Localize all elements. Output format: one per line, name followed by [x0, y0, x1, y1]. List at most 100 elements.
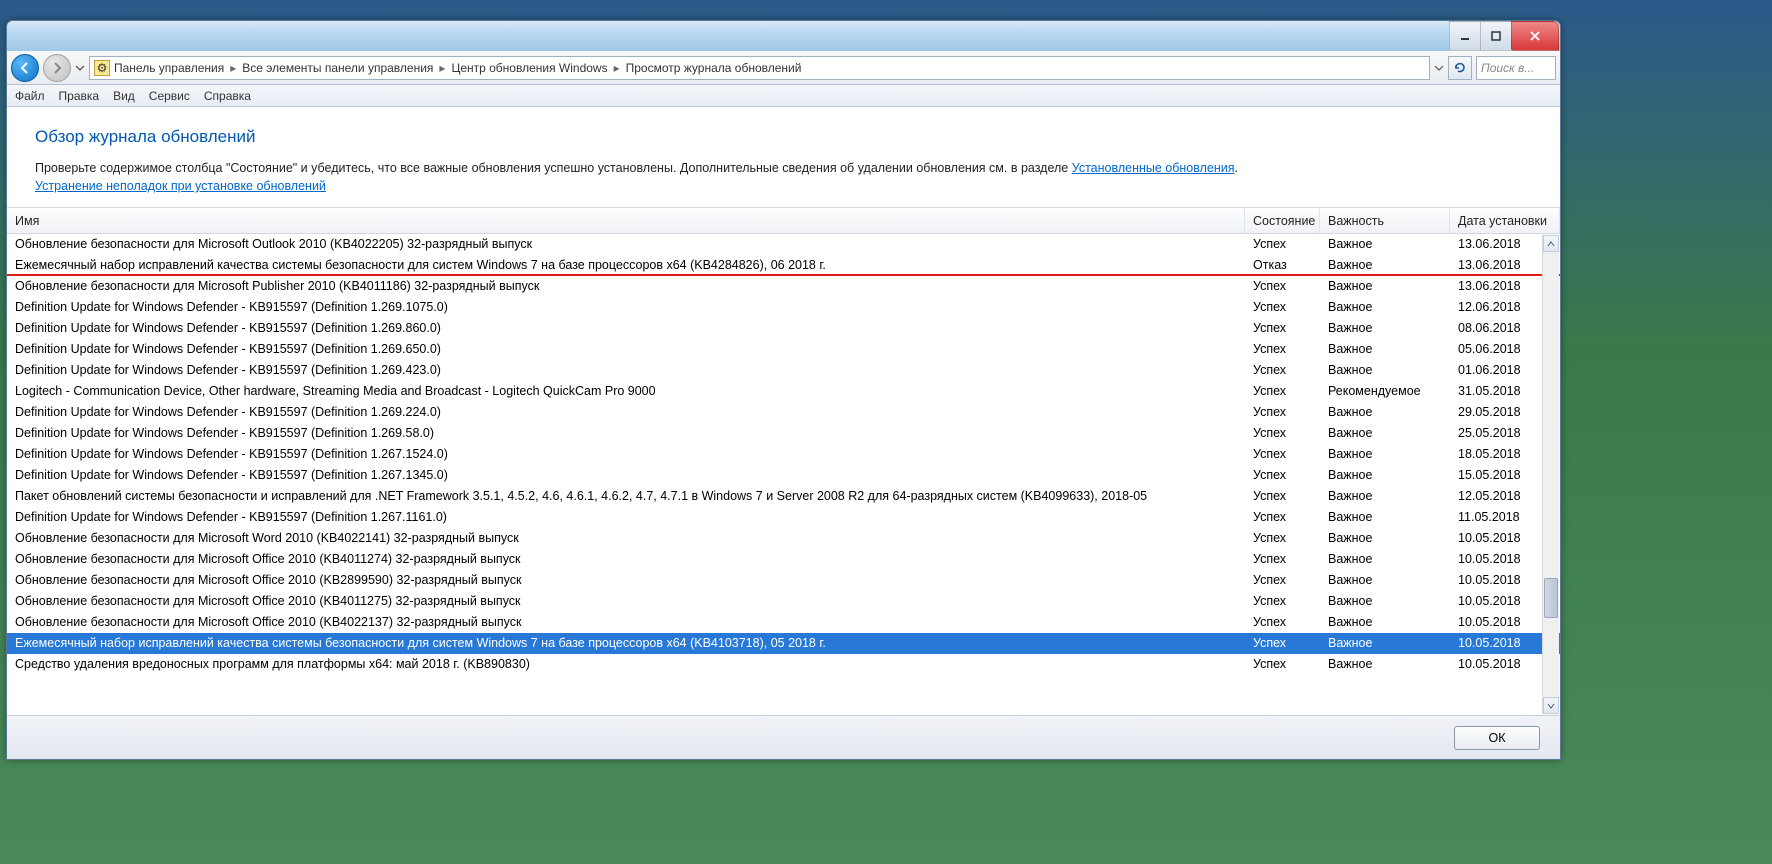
cell-state: Успех — [1245, 509, 1320, 525]
cell-name: Средство удаления вредоносных программ д… — [7, 656, 1245, 672]
cell-name: Обновление безопасности для Microsoft Of… — [7, 551, 1245, 567]
table-row[interactable]: Ежемесячный набор исправлений качества с… — [7, 255, 1560, 276]
table-row[interactable]: Logitech - Communication Device, Other h… — [7, 381, 1560, 402]
cell-state: Успех — [1245, 467, 1320, 483]
cell-importance: Важное — [1320, 425, 1450, 441]
table-row[interactable]: Definition Update for Windows Defender -… — [7, 465, 1560, 486]
table-row[interactable]: Обновление безопасности для Microsoft Of… — [7, 591, 1560, 612]
cell-state: Отказ — [1245, 257, 1320, 273]
cell-state: Успех — [1245, 341, 1320, 357]
scrollbar[interactable] — [1542, 235, 1559, 714]
cell-importance: Важное — [1320, 446, 1450, 462]
chevron-right-icon: ▸ — [230, 61, 236, 75]
table-header: Имя Состояние Важность Дата установки — [7, 208, 1560, 234]
cell-name: Definition Update for Windows Defender -… — [7, 404, 1245, 420]
scroll-up-icon[interactable] — [1543, 235, 1559, 252]
cell-importance: Важное — [1320, 656, 1450, 672]
table-row[interactable]: Definition Update for Windows Defender -… — [7, 318, 1560, 339]
cell-importance: Важное — [1320, 467, 1450, 483]
installed-updates-link[interactable]: Установленные обновления — [1072, 161, 1235, 175]
table-row[interactable]: Definition Update for Windows Defender -… — [7, 402, 1560, 423]
cell-state: Успех — [1245, 320, 1320, 336]
cell-state: Успех — [1245, 551, 1320, 567]
table-row[interactable]: Definition Update for Windows Defender -… — [7, 444, 1560, 465]
breadcrumb-item[interactable]: Центр обновления Windows — [451, 61, 607, 75]
ok-button[interactable]: ОК — [1454, 726, 1540, 750]
update-table: Имя Состояние Важность Дата установки Об… — [7, 207, 1560, 715]
table-row[interactable]: Обновление безопасности для Microsoft Of… — [7, 612, 1560, 633]
table-row[interactable]: Ежемесячный набор исправлений качества с… — [7, 633, 1560, 654]
cell-name: Пакет обновлений системы безопасности и … — [7, 488, 1245, 504]
cell-importance: Важное — [1320, 614, 1450, 630]
cell-importance: Важное — [1320, 572, 1450, 588]
table-row[interactable]: Definition Update for Windows Defender -… — [7, 297, 1560, 318]
menu-file[interactable]: Файл — [15, 89, 45, 103]
col-importance[interactable]: Важность — [1320, 208, 1450, 233]
maximize-button[interactable] — [1480, 21, 1512, 51]
cell-state: Успех — [1245, 593, 1320, 609]
cell-state: Успех — [1245, 362, 1320, 378]
table-row[interactable]: Обновление безопасности для Microsoft Of… — [7, 570, 1560, 591]
menu-view[interactable]: Вид — [113, 89, 135, 103]
menu-edit[interactable]: Правка — [59, 89, 100, 103]
forward-button[interactable] — [43, 54, 71, 82]
cell-importance: Важное — [1320, 509, 1450, 525]
table-row[interactable]: Definition Update for Windows Defender -… — [7, 339, 1560, 360]
address-dropdown-icon[interactable] — [1434, 56, 1444, 80]
cell-state: Успех — [1245, 656, 1320, 672]
cell-state: Успех — [1245, 278, 1320, 294]
cell-importance: Важное — [1320, 551, 1450, 567]
scroll-thumb[interactable] — [1544, 578, 1558, 618]
troubleshoot-link[interactable]: Устранение неполадок при установке обнов… — [35, 179, 326, 193]
menu-tools[interactable]: Сервис — [149, 89, 190, 103]
cell-state: Успех — [1245, 404, 1320, 420]
cell-importance: Важное — [1320, 488, 1450, 504]
cell-importance: Важное — [1320, 236, 1450, 252]
close-button[interactable] — [1511, 21, 1559, 51]
cell-name: Definition Update for Windows Defender -… — [7, 362, 1245, 378]
navigation-bar: ⚙ Панель управления ▸ Все элементы панели… — [7, 51, 1560, 85]
cell-name: Обновление безопасности для Microsoft Ou… — [7, 236, 1245, 252]
cell-state: Успех — [1245, 572, 1320, 588]
table-row[interactable]: Пакет обновлений системы безопасности и … — [7, 486, 1560, 507]
table-row[interactable]: Средство удаления вредоносных программ д… — [7, 654, 1560, 675]
cell-name: Definition Update for Windows Defender -… — [7, 341, 1245, 357]
breadcrumb-item[interactable]: Все элементы панели управления — [242, 61, 433, 75]
cell-name: Logitech - Communication Device, Other h… — [7, 383, 1245, 399]
breadcrumb-item[interactable]: Просмотр журнала обновлений — [626, 61, 802, 75]
col-name[interactable]: Имя — [7, 208, 1245, 233]
cell-importance: Важное — [1320, 278, 1450, 294]
scroll-down-icon[interactable] — [1543, 697, 1559, 714]
breadcrumb-item[interactable]: Панель управления — [114, 61, 224, 75]
control-panel-icon: ⚙ — [94, 60, 110, 76]
cell-state: Успех — [1245, 614, 1320, 630]
cell-importance: Важное — [1320, 530, 1450, 546]
back-button[interactable] — [11, 54, 39, 82]
table-row[interactable]: Definition Update for Windows Defender -… — [7, 360, 1560, 381]
col-date[interactable]: Дата установки — [1450, 208, 1560, 233]
col-state[interactable]: Состояние — [1245, 208, 1320, 233]
table-row[interactable]: Обновление безопасности для Microsoft Ou… — [7, 234, 1560, 255]
cell-name: Definition Update for Windows Defender -… — [7, 446, 1245, 462]
table-row[interactable]: Обновление безопасности для Microsoft Of… — [7, 549, 1560, 570]
address-bar[interactable]: ⚙ Панель управления ▸ Все элементы панели… — [89, 56, 1430, 80]
table-row[interactable]: Definition Update for Windows Defender -… — [7, 507, 1560, 528]
table-row[interactable]: Definition Update for Windows Defender -… — [7, 423, 1560, 444]
cell-name: Ежемесячный набор исправлений качества с… — [7, 635, 1245, 651]
search-input[interactable]: Поиск в... — [1476, 56, 1556, 80]
cell-name: Definition Update for Windows Defender -… — [7, 425, 1245, 441]
minimize-button[interactable] — [1449, 21, 1481, 51]
footer: ОК — [7, 715, 1560, 759]
page-subtitle: Проверьте содержимое столбца "Состояние"… — [35, 161, 1532, 175]
refresh-button[interactable] — [1448, 56, 1472, 80]
cell-importance: Важное — [1320, 257, 1450, 273]
content-area: Обзор журнала обновлений Проверьте содер… — [7, 107, 1560, 759]
table-row[interactable]: Обновление безопасности для Microsoft Wo… — [7, 528, 1560, 549]
table-body: Обновление безопасности для Microsoft Ou… — [7, 234, 1560, 715]
cell-name: Definition Update for Windows Defender -… — [7, 467, 1245, 483]
menu-help[interactable]: Справка — [204, 89, 251, 103]
subtitle-text: Проверьте содержимое столбца "Состояние"… — [35, 161, 1072, 175]
update-history-window: ⚙ Панель управления ▸ Все элементы панели… — [6, 20, 1561, 760]
history-dropdown-icon[interactable] — [75, 63, 85, 73]
table-row[interactable]: Обновление безопасности для Microsoft Pu… — [7, 276, 1560, 297]
